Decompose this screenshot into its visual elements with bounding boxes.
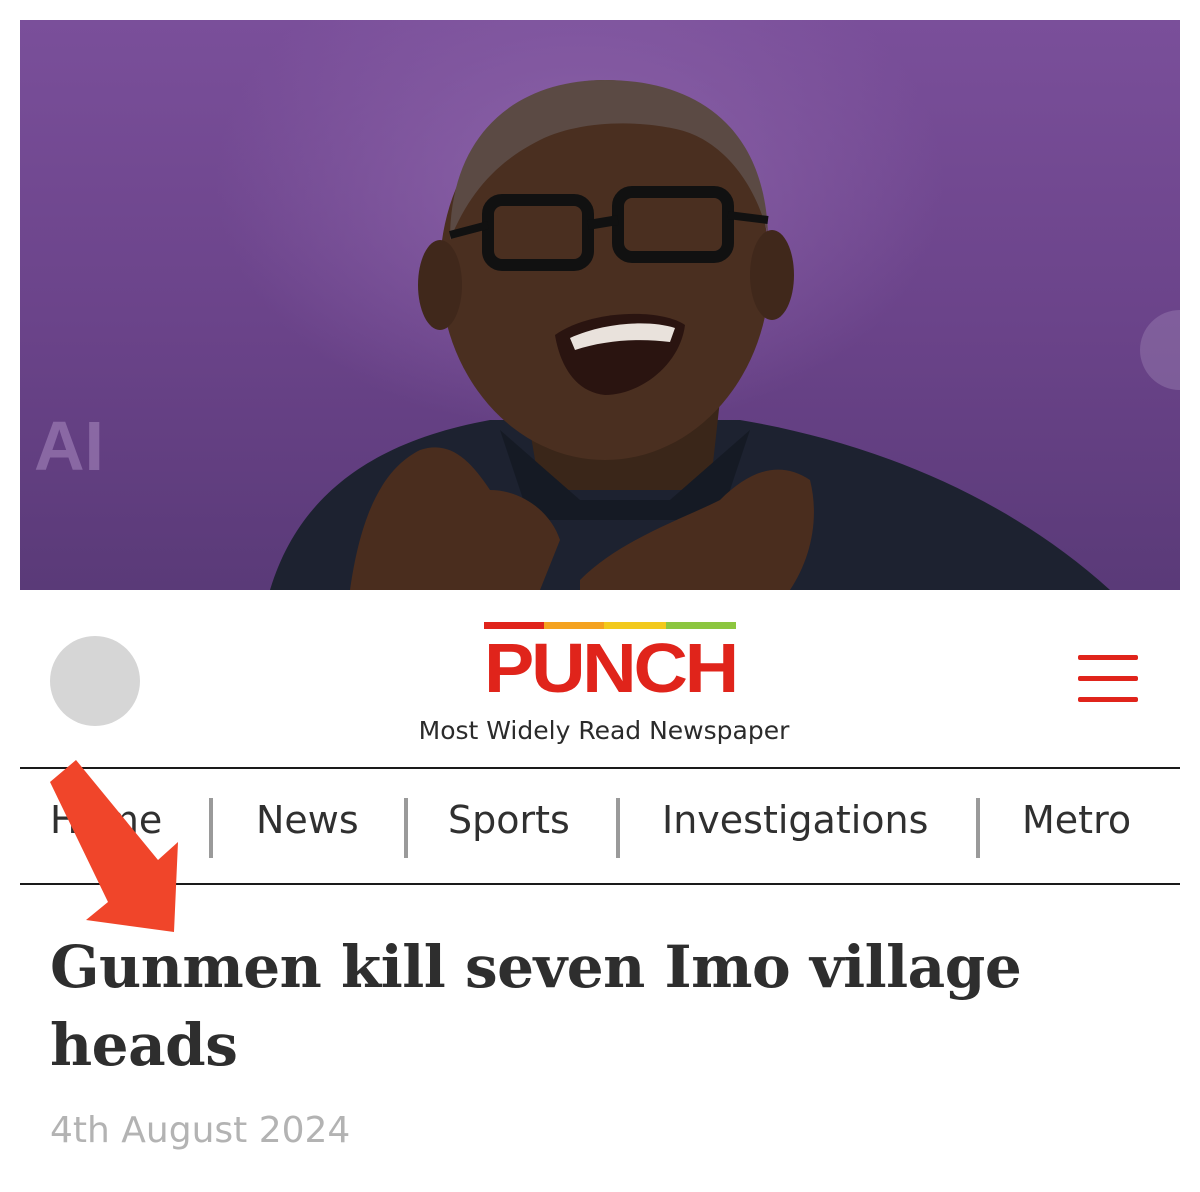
nav-separator [209,798,213,858]
hamburger-menu-icon[interactable] [1078,655,1138,703]
nav-separator [404,798,408,858]
nav-item-sports[interactable]: Sports [448,798,570,842]
red-arrow-icon [50,760,178,932]
user-avatar-icon[interactable] [50,636,140,726]
nav-separator [976,798,980,858]
svg-text:PUNCH: PUNCH [484,629,736,696]
nav-item-news[interactable]: News [256,798,359,842]
punch-logo-icon: PUNCH [484,622,739,707]
nav-item-metro[interactable]: Metro [1022,798,1131,842]
nav-separator [616,798,620,858]
portrait-photo-icon: AI [34,80,1180,590]
nav-item-investigations[interactable]: Investigations [662,798,928,842]
article-headline[interactable]: Gunmen kill seven Imo village heads [50,928,1150,1084]
article-date: 4th August 2024 [50,1110,351,1151]
hero-image: AI [20,20,1180,590]
tagline: Most Widely Read Newspaper [418,716,790,745]
punch-logo[interactable]: PUNCH [482,622,739,707]
svg-text:AI: AI [34,407,104,485]
